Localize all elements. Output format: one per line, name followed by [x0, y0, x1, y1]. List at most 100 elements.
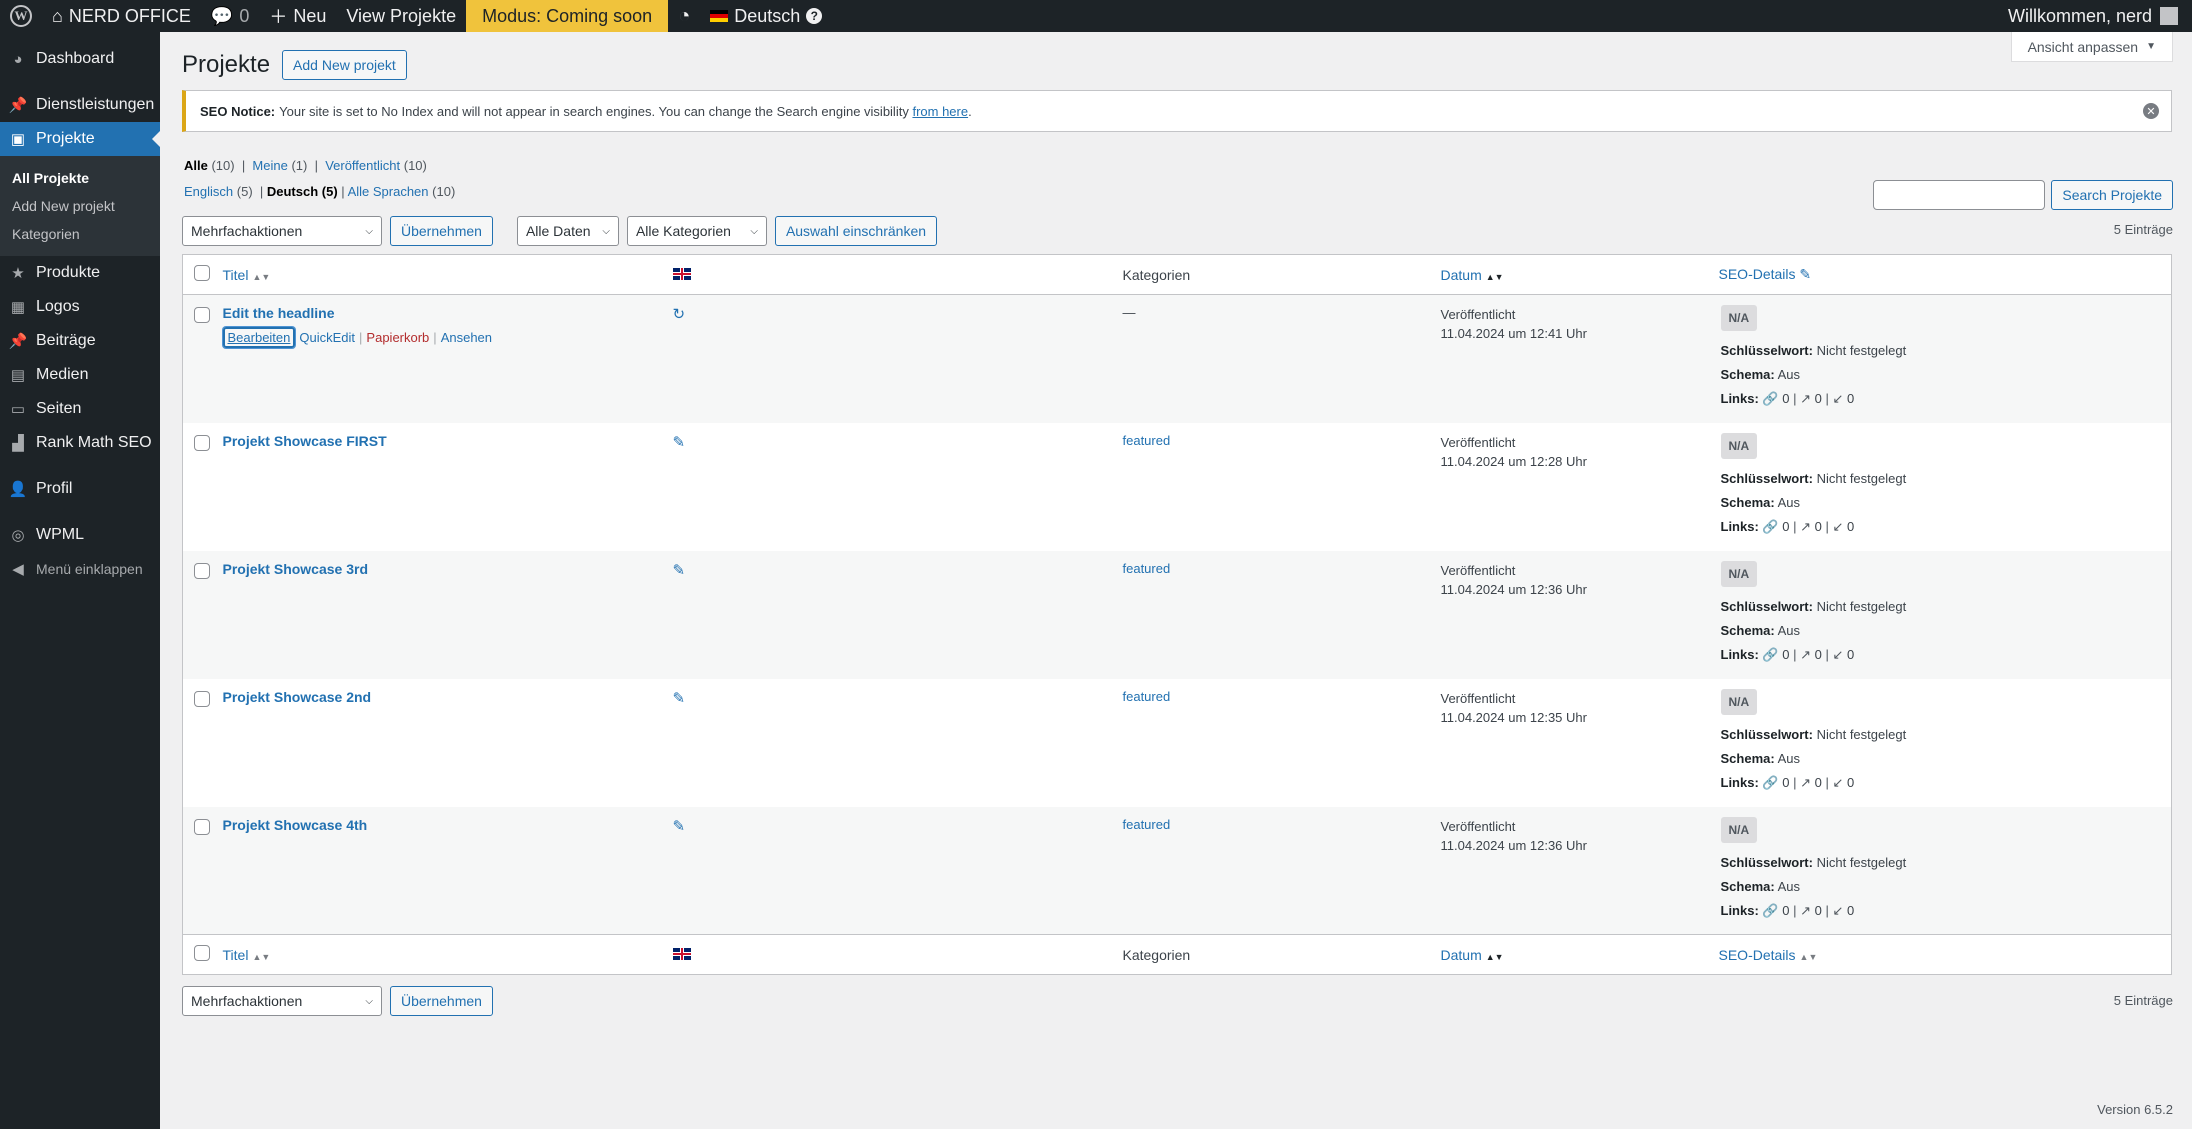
date-filter-select[interactable]: Alle Daten ⌵ — [516, 216, 619, 246]
external-link-count: 0 — [1814, 518, 1822, 534]
column-seo-details[interactable]: SEO-Details — [1719, 947, 1796, 963]
coming-soon-mode-badge[interactable]: Modus: Coming soon — [466, 0, 669, 32]
comments-link[interactable]: 💬 0 — [201, 0, 259, 32]
category-link[interactable]: featured — [1123, 433, 1171, 448]
quickedit-link[interactable]: QuickEdit — [299, 330, 355, 345]
seo-keyword-line: Schlüsselwort: Nicht festgelegt — [1721, 851, 2172, 875]
sidebar-item-dashboard[interactable]: ◕ Dashboard — [0, 42, 160, 76]
column-date-sort[interactable]: Datum — [1441, 947, 1482, 963]
item-count-top: 5 Einträge — [2113, 222, 2173, 237]
column-title-sort[interactable]: Titel — [223, 947, 249, 963]
links-label: Links: — [1720, 391, 1759, 406]
view-projekte-link[interactable]: View Projekte — [336, 0, 466, 32]
select-all-checkbox[interactable] — [194, 945, 210, 961]
sidebar-item-rank-math-seo[interactable]: ▟ Rank Math SEO — [0, 426, 160, 460]
search-input[interactable] — [1873, 180, 2046, 210]
row-checkbox[interactable] — [194, 818, 210, 835]
column-seo-details[interactable]: SEO-Details — [1719, 266, 1796, 282]
pencil-icon[interactable]: ✎ — [673, 818, 686, 835]
row-title-link[interactable]: Projekt Showcase FIRST — [223, 433, 387, 449]
row-checkbox[interactable] — [194, 690, 210, 707]
row-title-link[interactable]: Projekt Showcase 2nd — [223, 689, 372, 705]
pencil-icon[interactable]: ✎ — [673, 562, 686, 579]
pencil-icon[interactable]: ✎ — [673, 690, 686, 707]
keyword-label: Schlüsselwort: — [1720, 343, 1813, 358]
collapse-icon: ◀ — [12, 561, 24, 578]
seo-links-line: Links: 🔗 0 | ↗ 0 | ↙ 0 — [1720, 902, 1855, 918]
pencil-icon[interactable]: ✎ — [673, 434, 686, 451]
row-checkbox[interactable] — [194, 562, 210, 579]
apply-button[interactable]: Übernehmen — [390, 986, 493, 1016]
sidebar-item-dienstleistungen[interactable]: 📌 Dienstleistungen — [0, 88, 160, 122]
view-mine[interactable]: Meine — [252, 158, 287, 173]
lang-all[interactable]: Alle Sprachen — [348, 184, 429, 199]
sidebar-item-label: Menü einklappen — [36, 561, 143, 577]
submenu-all-projekte[interactable]: All Projekte — [0, 164, 160, 192]
view-all[interactable]: Alle — [184, 158, 208, 173]
bulk-actions-value: Mehrfachaktionen — [191, 223, 303, 239]
wordpress-logo-icon[interactable]: W — [0, 0, 42, 32]
projekte-submenu: All Projekte Add New projekt Kategorien — [0, 156, 160, 256]
avatar[interactable] — [2160, 7, 2178, 25]
internal-link-count: 0 — [1782, 391, 1790, 406]
pencil-icon[interactable]: ✎ — [1799, 266, 1811, 282]
internal-link-count: 0 — [1782, 774, 1790, 790]
collapse-menu-button[interactable]: ◀ Menü einklappen — [0, 552, 160, 586]
row-title-link[interactable]: Projekt Showcase 3rd — [223, 561, 369, 577]
internal-link-icon: 🔗 — [1762, 774, 1779, 790]
sidebar-item-produkte[interactable]: ★ Produkte — [0, 256, 160, 290]
seo-schema-line: Schema: Aus — [1721, 619, 2172, 643]
table-row: Projekt Showcase FIRST ✎ featured Veröff… — [183, 423, 2172, 551]
category-link[interactable]: featured — [1123, 561, 1171, 576]
user-greeting[interactable]: Willkommen, nerd — [2008, 6, 2152, 27]
dismiss-icon[interactable]: ✕ — [2143, 103, 2159, 119]
bulk-actions-select[interactable]: Mehrfachaktionen ⌵ — [182, 986, 382, 1016]
rank-math-icon[interactable]: ◔ — [668, 0, 700, 32]
site-name-link[interactable]: ⌂ NERD OFFICE — [42, 0, 201, 32]
row-checkbox[interactable] — [194, 307, 210, 323]
lang-english[interactable]: Englisch — [184, 184, 233, 199]
sidebar-item-wpml[interactable]: ◎ WPML — [0, 518, 160, 552]
column-date-sort[interactable]: Datum — [1441, 267, 1482, 283]
new-content-link[interactable]: ＋ Neu — [259, 0, 336, 32]
lang-all-count: (10) — [432, 184, 456, 199]
category-filter-select[interactable]: Alle Kategorien ⌵ — [626, 216, 767, 246]
add-new-projekt-button[interactable]: Add New projekt — [282, 50, 407, 80]
column-title-sort[interactable]: Titel — [223, 267, 249, 283]
submenu-kategorien[interactable]: Kategorien — [0, 220, 160, 248]
sidebar-item-beitraege[interactable]: 📌 Beiträge — [0, 324, 160, 358]
sync-icon[interactable]: ↻ — [673, 306, 686, 323]
sidebar-item-profil[interactable]: 👤 Profil — [0, 472, 160, 506]
schema-label: Schema: — [1720, 878, 1775, 894]
sidebar-item-projekte[interactable]: ▣ Projekte — [0, 122, 160, 156]
lang-deutsch[interactable]: Deutsch — [267, 184, 318, 199]
row-title-link[interactable]: Projekt Showcase 4th — [223, 817, 368, 833]
submenu-add-new-projekt[interactable]: Add New projekt — [0, 192, 160, 220]
sidebar-item-logos[interactable]: ▦ Logos — [0, 290, 160, 324]
wp-version: Version 6.5.2 — [2097, 1102, 2173, 1117]
language-switcher[interactable]: Deutsch? — [700, 0, 832, 32]
edit-link[interactable]: Bearbeiten — [222, 327, 296, 348]
incoming-link-icon: ↙ — [1832, 774, 1844, 790]
trash-link[interactable]: Papierkorb — [366, 330, 429, 345]
category-link[interactable]: featured — [1123, 817, 1171, 832]
select-all-checkbox[interactable] — [194, 265, 210, 281]
chevron-down-icon: ⌵ — [602, 225, 610, 237]
notice-link[interactable]: from here — [912, 104, 968, 119]
sidebar-item-seiten[interactable]: ▭ Seiten — [0, 392, 160, 426]
screen-options-button[interactable]: Ansicht anpassen ▼ — [2010, 32, 2173, 62]
row-checkbox[interactable] — [194, 434, 210, 451]
apply-button[interactable]: Übernehmen — [390, 216, 493, 246]
view-published[interactable]: Veröffentlicht — [325, 158, 400, 173]
view-link[interactable]: Ansehen — [441, 330, 492, 345]
language-views: Englisch (5) | Deutsch (5) | Alle Sprach… — [184, 184, 456, 199]
bulk-actions-select[interactable]: Mehrfachaktionen ⌵ — [182, 216, 382, 246]
category-link[interactable]: featured — [1123, 689, 1171, 704]
external-link-count: 0 — [1814, 391, 1822, 406]
sidebar-item-medien[interactable]: ▤ Medien — [0, 358, 160, 392]
filter-button[interactable]: Auswahl einschränken — [774, 216, 938, 246]
row-title-link[interactable]: Edit the headline — [223, 305, 335, 321]
search-button[interactable]: Search Projekte — [2051, 180, 2173, 210]
chevron-down-icon: ⌵ — [750, 225, 758, 237]
dashboard-icon: ◕ — [13, 50, 23, 68]
